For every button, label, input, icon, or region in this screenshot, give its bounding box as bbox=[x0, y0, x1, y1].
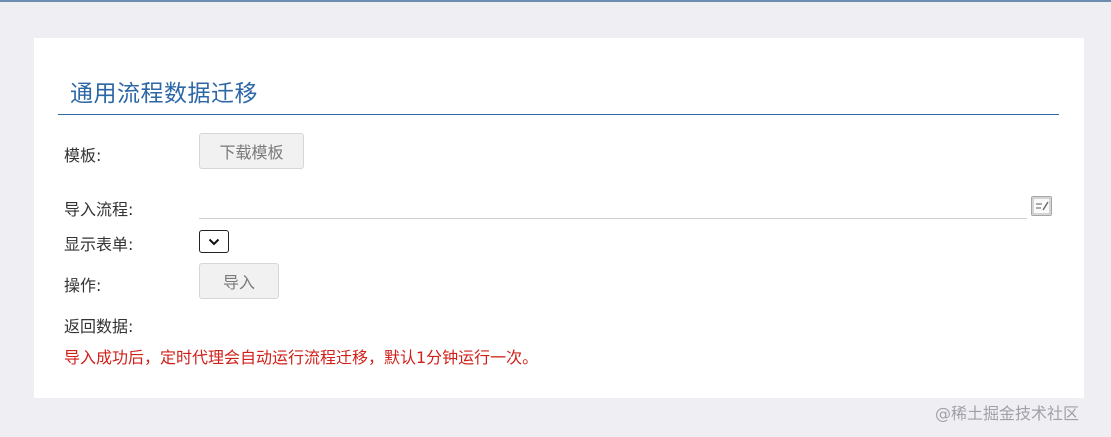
page-title: 通用流程数据迁移 bbox=[70, 81, 258, 107]
watermark-text: @稀土掘金技术社区 bbox=[935, 404, 1080, 423]
show-form-select[interactable] bbox=[199, 230, 229, 253]
template-label: 模板: bbox=[64, 146, 102, 165]
title-divider bbox=[58, 114, 1059, 115]
show-form-label: 显示表单: bbox=[64, 235, 134, 254]
action-label: 操作: bbox=[64, 276, 102, 295]
chevron-down-icon bbox=[208, 238, 220, 245]
edit-picker-icon[interactable] bbox=[1031, 196, 1052, 216]
top-accent-line bbox=[0, 0, 1111, 2]
import-button[interactable]: 导入 bbox=[199, 263, 279, 299]
download-template-button[interactable]: 下载模板 bbox=[199, 133, 304, 169]
migration-panel: 通用流程数据迁移 模板: 下载模板 导入流程: 显示表单: 操作: 导入 返回数… bbox=[34, 38, 1084, 398]
notice-text: 导入成功后，定时代理会自动运行流程迁移，默认1分钟运行一次。 bbox=[64, 348, 539, 367]
import-flow-input[interactable] bbox=[199, 198, 1027, 219]
return-data-label: 返回数据: bbox=[64, 317, 134, 336]
import-flow-label: 导入流程: bbox=[64, 200, 134, 219]
